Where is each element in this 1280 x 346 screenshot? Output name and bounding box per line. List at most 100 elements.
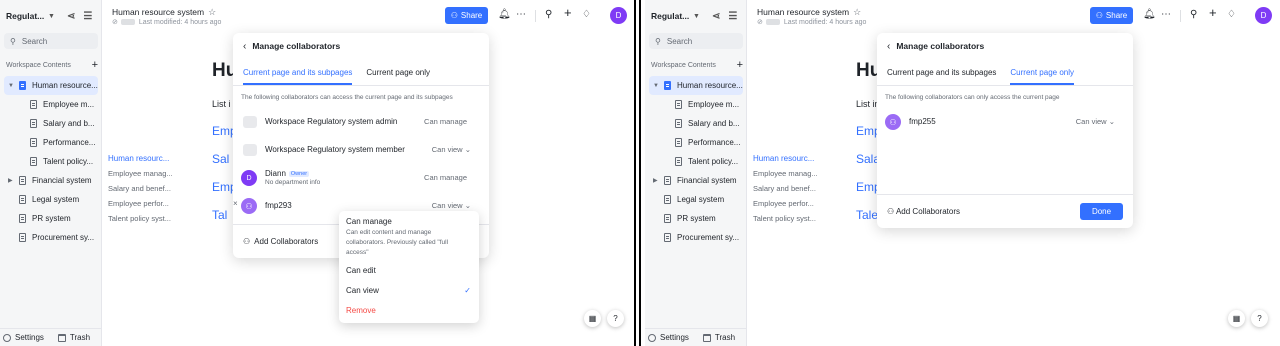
doc-icon xyxy=(675,138,682,147)
star-icon[interactable]: ☆ xyxy=(208,7,216,17)
page-tree: ▼ Human resource... Employee m... Salary … xyxy=(645,76,747,247)
trash-button[interactable]: Trash xyxy=(702,333,735,342)
tree-item[interactable]: Performance... xyxy=(645,133,747,152)
workspace-switcher[interactable]: Regulat... ▼ ⋖ ☰ xyxy=(645,0,746,32)
settings-button[interactable]: Settings xyxy=(648,333,689,342)
calendar-icon[interactable]: ▦ xyxy=(584,310,601,327)
tree-item[interactable]: PR system xyxy=(0,209,102,228)
share-network-icon[interactable]: ⋖ xyxy=(712,11,720,22)
search-icon[interactable]: ⚲ xyxy=(1190,9,1197,21)
permission-dropdown[interactable]: Can view ⌄ xyxy=(432,201,471,210)
caret-down-icon[interactable]: ▼ xyxy=(8,83,14,89)
tree-item[interactable]: Legal system xyxy=(645,190,747,209)
outline-item[interactable]: Salary and benef... xyxy=(753,184,825,199)
settings-button[interactable]: Settings xyxy=(3,333,44,342)
outline-item[interactable]: Employee perfor... xyxy=(753,199,825,214)
doc-title[interactable]: Human resource system ☆ xyxy=(757,7,861,18)
chevron-down-icon[interactable]: ▼ xyxy=(48,13,55,20)
tree-item[interactable]: ▶ Financial system xyxy=(645,171,747,190)
tree-item[interactable]: Procurement sy... xyxy=(645,228,747,247)
caret-down-icon[interactable]: ▼ xyxy=(653,83,659,89)
search-input[interactable]: ⚲ Search xyxy=(4,33,98,49)
tree-item[interactable]: ▼ Human resource... xyxy=(649,76,743,95)
outline-item[interactable]: Talent policy syst... xyxy=(753,214,825,229)
trash-button[interactable]: Trash xyxy=(57,333,90,342)
more-icon[interactable]: ⋯ xyxy=(1161,9,1171,21)
tree-item[interactable]: PR system xyxy=(645,209,747,228)
outline-item[interactable]: Salary and benef... xyxy=(108,184,180,199)
menu-item-can-manage[interactable]: Can manage xyxy=(346,217,392,226)
doc-title[interactable]: Human resource system ☆ xyxy=(112,7,216,18)
tab-current-and-subpages[interactable]: Current page and its subpages xyxy=(887,59,996,85)
outline-list-icon[interactable]: ☰ xyxy=(728,11,737,22)
bell-icon[interactable]: 🔔︎ xyxy=(1143,9,1156,21)
outline-list-icon[interactable]: ☰ xyxy=(83,11,92,22)
plus-icon[interactable]: + xyxy=(564,6,572,19)
outline-item[interactable]: Employee manag... xyxy=(753,169,825,184)
avatar[interactable]: D xyxy=(1255,7,1272,24)
tree-item[interactable]: Employee m... xyxy=(645,95,747,114)
caret-right-icon[interactable]: ▶ xyxy=(8,177,13,184)
tree-item[interactable]: Talent policy... xyxy=(645,152,747,171)
back-arrow-icon[interactable]: ‹ xyxy=(243,41,246,52)
lightbulb-icon[interactable]: ♢ xyxy=(1227,9,1236,21)
remove-x-icon[interactable]: × xyxy=(233,199,238,208)
workspace-name[interactable]: Regulat... xyxy=(651,11,689,21)
tab-current-only[interactable]: Current page only xyxy=(1010,59,1074,85)
add-page-icon[interactable]: + xyxy=(737,60,743,71)
search-icon[interactable]: ⚲ xyxy=(545,9,552,21)
permission-dropdown[interactable]: Can view ⌄ xyxy=(1076,117,1115,126)
workspace-name[interactable]: Regulat... xyxy=(6,11,44,21)
doc-icon xyxy=(675,157,682,166)
tree-item[interactable]: Salary and b... xyxy=(0,114,102,133)
share-network-icon[interactable]: ⋖ xyxy=(67,11,75,22)
gear-icon xyxy=(3,333,11,342)
outline-item[interactable]: Human resourc... xyxy=(753,154,825,169)
doc-heading[interactable]: Tale xyxy=(856,208,878,222)
star-icon[interactable]: ☆ xyxy=(853,7,861,17)
workspace-switcher[interactable]: Regulat... ▼ ⋖ ☰ xyxy=(0,0,101,32)
back-arrow-icon[interactable]: ‹ xyxy=(887,41,890,52)
outline-item[interactable]: Talent policy syst... xyxy=(108,214,180,229)
more-icon[interactable]: ⋯ xyxy=(516,9,526,21)
tree-item[interactable]: Performance... xyxy=(0,133,102,152)
help-icon[interactable]: ? xyxy=(1251,310,1268,327)
plus-icon[interactable]: + xyxy=(1209,6,1217,19)
workspace-contents-header: Workspace Contents + xyxy=(651,59,743,71)
help-icon[interactable]: ? xyxy=(607,310,624,327)
avatar[interactable]: D xyxy=(610,7,627,24)
outline-item[interactable]: Employee manag... xyxy=(108,169,180,184)
search-input[interactable]: ⚲ Search xyxy=(649,33,743,49)
tab-current-only[interactable]: Current page only xyxy=(366,59,430,85)
menu-item-remove[interactable]: Remove xyxy=(346,306,376,315)
lightbulb-icon[interactable]: ♢ xyxy=(582,9,591,21)
tree-item[interactable]: Legal system xyxy=(0,190,102,209)
permission-menu: Can manage Can edit content and manage c… xyxy=(339,211,479,323)
share-button[interactable]: ⚇ Share xyxy=(445,7,488,24)
menu-item-can-view[interactable]: Can view xyxy=(346,286,379,295)
doc-heading[interactable]: Sal xyxy=(212,152,229,166)
outline-item[interactable]: Employee perfor... xyxy=(108,199,180,214)
tab-current-and-subpages[interactable]: Current page and its subpages xyxy=(243,59,353,85)
permission-dropdown[interactable]: Can view ⌄ xyxy=(432,145,471,154)
sidebar-footer: Settings Trash xyxy=(645,328,747,346)
add-page-icon[interactable]: + xyxy=(92,60,98,71)
tree-item[interactable]: Procurement sy... xyxy=(0,228,102,247)
outline-item[interactable]: Human resourc... xyxy=(108,154,180,169)
menu-item-can-edit[interactable]: Can edit xyxy=(346,266,376,275)
add-collaborators-button[interactable]: ⚇ Add Collaborators xyxy=(887,207,960,216)
tree-item[interactable]: Employee m... xyxy=(0,95,102,114)
tree-item[interactable]: Talent policy... xyxy=(0,152,102,171)
tree-item[interactable]: Salary and b... xyxy=(645,114,747,133)
share-button[interactable]: ⚇ Share xyxy=(1090,7,1133,24)
user-group-icon: ⚇ xyxy=(885,114,901,130)
chevron-down-icon[interactable]: ▼ xyxy=(693,13,700,20)
calendar-icon[interactable]: ▦ xyxy=(1228,310,1245,327)
tree-item[interactable]: ▼ Human resource... xyxy=(4,76,98,95)
tree-item[interactable]: ▶ Financial system xyxy=(0,171,102,190)
caret-right-icon[interactable]: ▶ xyxy=(653,177,658,184)
done-button[interactable]: Done xyxy=(1080,203,1123,220)
doc-heading[interactable]: Tal xyxy=(212,208,227,222)
bell-icon[interactable]: 🔔︎ xyxy=(498,9,511,21)
doc-meta: ⊘ Last modified: 4 hours ago xyxy=(112,19,222,26)
